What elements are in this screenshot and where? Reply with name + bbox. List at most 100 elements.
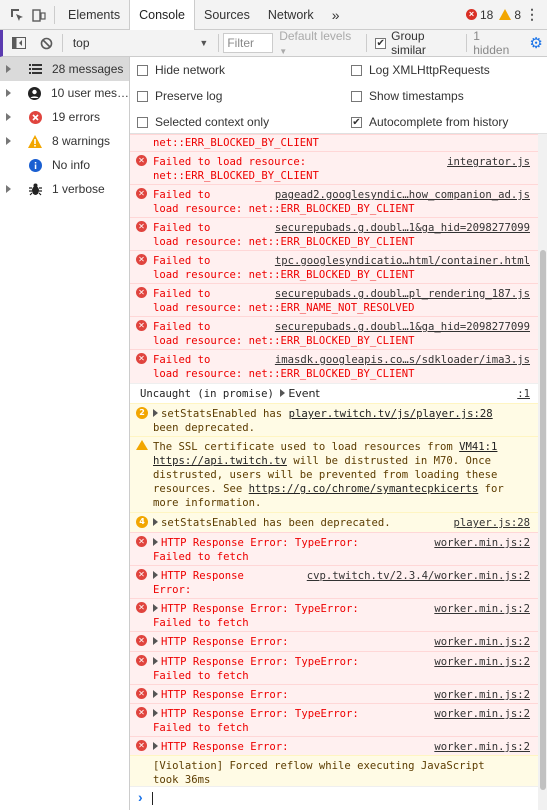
console-message: ✕ HTTP Response Error: TypeError: Failed… [130, 703, 538, 736]
console-message: Uncaught (in promise) Event :1 [130, 383, 538, 403]
expand-arrow-icon[interactable] [153, 571, 158, 579]
selected-context-checkbox[interactable]: Selected context only [137, 115, 269, 129]
source-link[interactable]: worker.min.js:2 [434, 602, 530, 616]
expand-arrow-icon[interactable] [153, 657, 158, 665]
separator [61, 34, 63, 52]
console-message: ✕ HTTP Response Error: TypeError: Failed… [130, 532, 538, 565]
filter-input[interactable]: Filter [223, 33, 274, 53]
error-icon: ✕ [136, 188, 147, 199]
message-text: HTTP Response Error: [161, 741, 289, 753]
message-text: for [478, 483, 504, 495]
expand-arrow-icon[interactable] [153, 538, 158, 546]
source-link[interactable]: securepubads.g.doubl…1&ga_hid=2098277099 [275, 320, 530, 334]
error-icon: ✕ [136, 635, 147, 646]
checkbox-box [137, 64, 148, 76]
message-text: will be distrusted in M70. Once [286, 455, 492, 467]
sidebar-item-errors[interactable]: 19 errors [0, 105, 129, 129]
expand-arrow-icon[interactable] [153, 637, 158, 645]
log-levels-dropdown[interactable]: Default levels ▼ [279, 29, 362, 57]
source-link[interactable]: worker.min.js:2 [434, 740, 530, 754]
message-text: HTTP Response Error: TypeError: [161, 603, 359, 615]
event-object[interactable]: Event [288, 387, 320, 400]
group-similar-checkbox[interactable]: ✔ Group similar [375, 29, 462, 57]
expand-arrow-icon[interactable] [6, 65, 11, 73]
customize-menu-button[interactable]: ⋮ [521, 4, 543, 26]
source-link[interactable]: pagead2.googlesyndic…how_companion_ad.js [275, 188, 530, 202]
url-link[interactable]: https://api.twitch.tv [153, 455, 287, 467]
settings-gear-icon[interactable]: ⚙ [525, 32, 547, 54]
hide-network-checkbox[interactable]: Hide network [137, 63, 225, 77]
source-link[interactable]: securepubads.g.doubl…1&ga_hid=2098277099 [275, 221, 530, 235]
source-link[interactable]: worker.min.js:2 [434, 536, 530, 550]
error-count: 18 [479, 7, 494, 22]
message-text: The SSL certificate used to load resourc… [153, 441, 460, 453]
tab-elements[interactable]: Elements [59, 0, 129, 30]
scrollbar-thumb[interactable] [540, 250, 546, 790]
source-link[interactable]: imasdk.googleapis.co…s/sdkloader/ima3.js [275, 353, 530, 367]
source-link[interactable]: securepubads.g.doubl…pl_rendering_187.js [275, 287, 530, 301]
clear-console-icon[interactable] [36, 32, 58, 54]
console-message: The SSL certificate used to load resourc… [130, 436, 538, 512]
expand-arrow-icon[interactable] [6, 113, 11, 121]
sidebar-item-verbose[interactable]: 1 verbose [0, 177, 129, 201]
more-tabs-button[interactable]: » [323, 0, 349, 30]
expand-arrow-icon[interactable] [153, 409, 158, 417]
inspect-element-icon[interactable] [6, 4, 28, 26]
log-xhr-checkbox[interactable]: Log XMLHttpRequests [351, 63, 490, 77]
checkmark-icon: ✔ [375, 37, 387, 49]
show-timestamps-checkbox[interactable]: Show timestamps [351, 89, 464, 103]
sidebar-item-label: 1 verbose [52, 182, 105, 196]
context-selector[interactable]: top ▼ [67, 33, 215, 53]
source-link[interactable]: worker.min.js:2 [434, 688, 530, 702]
tab-network[interactable]: Network [259, 0, 323, 30]
tab-sources[interactable]: Sources [195, 0, 259, 30]
source-link[interactable]: tpc.googlesyndicatio…html/container.html [275, 254, 530, 268]
expand-arrow-icon[interactable] [153, 690, 158, 698]
source-link[interactable]: cvp.twitch.tv/2.3.4/worker.min.js:2 [307, 569, 530, 583]
console-prompt[interactable]: › [130, 786, 538, 811]
sidebar-item-label: 28 messages [52, 62, 124, 76]
source-link[interactable]: integrator.js [447, 155, 530, 169]
sidebar-item-messages[interactable]: 28 messages [0, 57, 129, 81]
user-icon [28, 86, 41, 100]
expand-arrow-icon[interactable] [153, 742, 158, 750]
error-icon: ✕ [136, 254, 147, 265]
url-link[interactable]: https://g.co/chrome/symantecpkicerts [249, 483, 479, 495]
expand-arrow-icon[interactable] [6, 137, 11, 145]
expand-arrow-icon[interactable] [153, 709, 158, 717]
expand-arrow-icon[interactable] [153, 518, 158, 526]
source-link[interactable]: worker.min.js:2 [434, 655, 530, 669]
autocomplete-checkbox[interactable]: ✔ Autocomplete from history [351, 115, 508, 129]
message-text: setStatsEnabled has been deprecated. [161, 517, 391, 529]
warning-count-badge[interactable]: 8 [499, 8, 521, 22]
source-link[interactable]: player.js:28 [453, 516, 530, 530]
error-count-badge[interactable]: × 18 [465, 7, 494, 22]
console-message: ✕ HTTP Response Error: worker.min.js:2 [130, 736, 538, 755]
message-text: Uncaught (in promise) [140, 388, 281, 400]
source-link[interactable]: :1 [517, 387, 530, 401]
message-row: Uncaught (in promise) Event [140, 384, 538, 401]
source-link[interactable]: worker.min.js:2 [434, 707, 530, 721]
separator [54, 5, 55, 24]
separator [366, 34, 368, 52]
source-link[interactable]: player.twitch.tv/js/player.js:28 [289, 408, 493, 420]
sidebar-item-user-messages[interactable]: 10 user mes… [0, 81, 129, 105]
sidebar-toggle-icon[interactable] [8, 32, 30, 54]
sidebar-item-warnings[interactable]: 8 warnings [0, 129, 129, 153]
expand-arrow-icon[interactable] [280, 389, 286, 397]
console-message: net::ERR_BLOCKED_BY_CLIENT [130, 134, 538, 151]
expand-arrow-icon[interactable] [6, 89, 11, 97]
message-row: The SSL certificate used to load resourc… [153, 437, 538, 454]
source-link[interactable]: VM41:1 [459, 441, 497, 453]
warning-icon [28, 134, 42, 148]
expand-arrow-icon[interactable] [153, 604, 158, 612]
device-toolbar-icon[interactable] [28, 4, 50, 26]
message-text: setStatsEnabled has [161, 408, 289, 420]
expand-arrow-icon[interactable] [6, 185, 11, 193]
preserve-log-label: Preserve log [155, 89, 223, 103]
tab-console[interactable]: Console [129, 0, 195, 30]
preserve-log-checkbox[interactable]: Preserve log [137, 89, 222, 103]
sidebar-item-info[interactable]: No info [0, 153, 129, 177]
message-text: took 36ms [153, 774, 211, 786]
source-link[interactable]: worker.min.js:2 [434, 635, 530, 649]
